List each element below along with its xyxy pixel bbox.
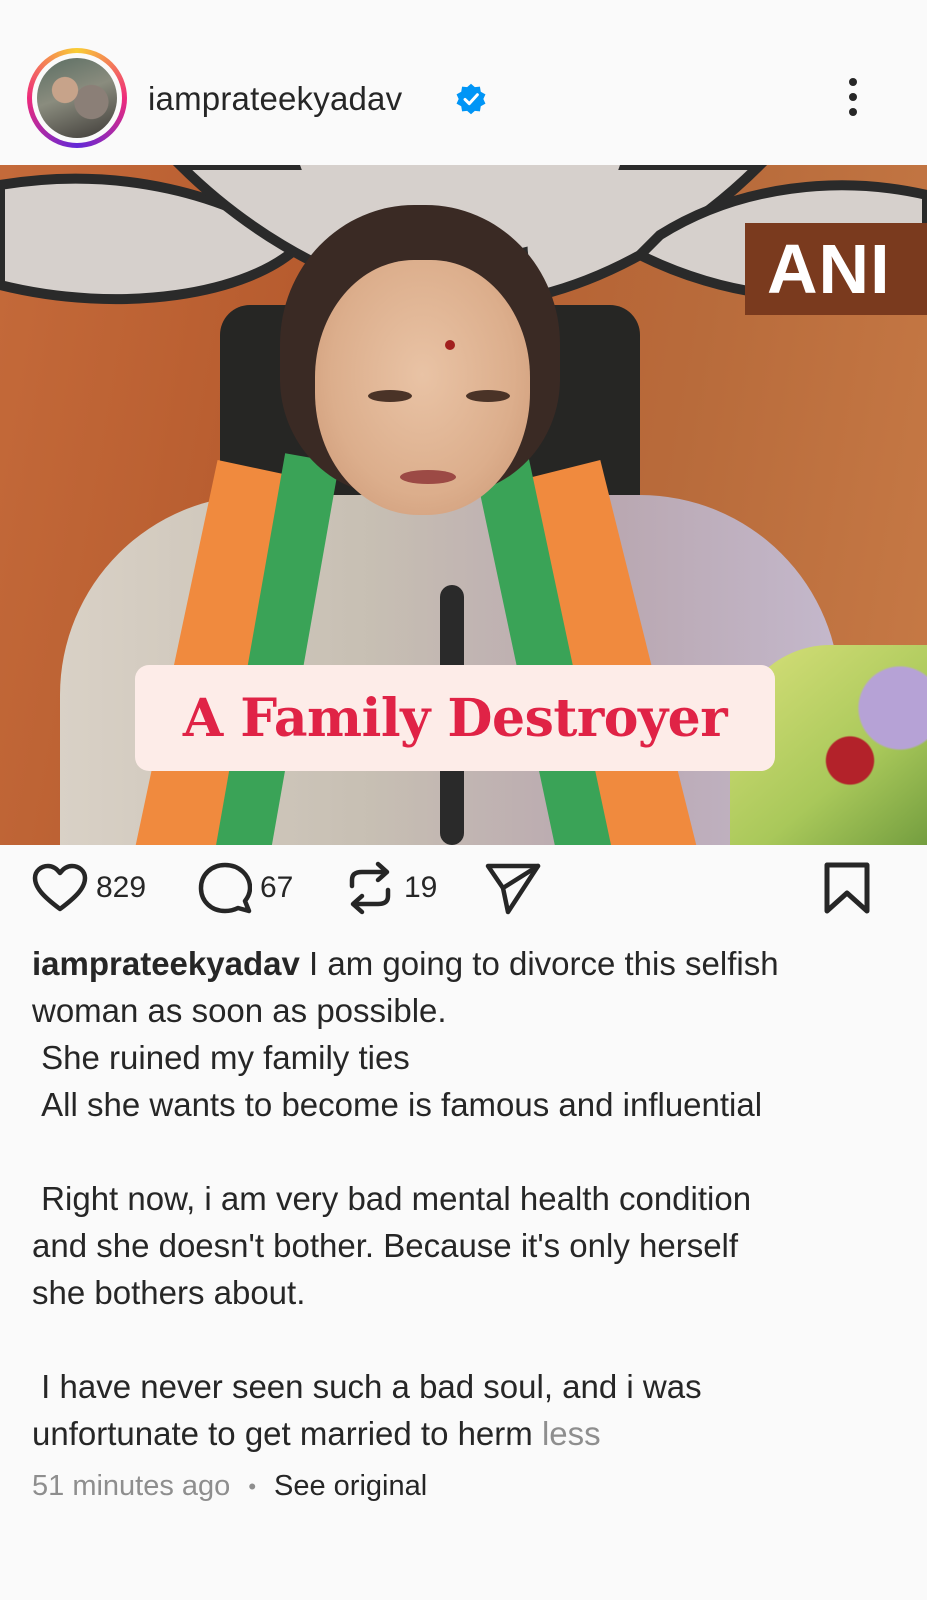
post-header: iamprateekyadav (0, 0, 927, 165)
send-icon (485, 863, 541, 914)
repost-button[interactable]: 19 (344, 850, 437, 925)
post-meta: 51 minutes ago • See original (32, 1470, 427, 1503)
bookmark-icon (824, 862, 870, 913)
comment-count: 67 (260, 870, 294, 904)
repost-icon (349, 861, 391, 914)
more-vertical-icon (849, 78, 857, 86)
like-button[interactable]: 829 (32, 850, 146, 925)
avatar-photo (37, 58, 117, 138)
share-button[interactable] (484, 850, 542, 925)
verified-badge-icon (456, 83, 486, 115)
post-image[interactable]: ANI A Family Destroyer (0, 165, 927, 845)
image-caption-chip: A Family Destroyer (135, 665, 775, 771)
action-bar: 829 67 19 (0, 850, 927, 925)
caption-username-link[interactable]: iamprateekyadav (32, 945, 300, 982)
more-options-button[interactable] (838, 74, 868, 124)
comment-icon (198, 862, 252, 913)
separator-dot: • (248, 1473, 257, 1499)
timestamp: 51 minutes ago (32, 1470, 231, 1502)
post-caption: iamprateekyadav I am going to divorce th… (32, 945, 779, 1452)
like-count: 829 (96, 870, 147, 904)
avatar[interactable] (27, 48, 127, 148)
username-link[interactable]: iamprateekyadav (148, 80, 402, 118)
save-button[interactable] (822, 850, 872, 925)
ani-watermark-logo: ANI (745, 223, 927, 315)
see-original-link[interactable]: See original (274, 1470, 427, 1503)
heart-icon (32, 863, 88, 911)
repost-count: 19 (404, 870, 438, 904)
less-link[interactable]: less (542, 1415, 601, 1452)
comment-button[interactable]: 67 (198, 850, 293, 925)
